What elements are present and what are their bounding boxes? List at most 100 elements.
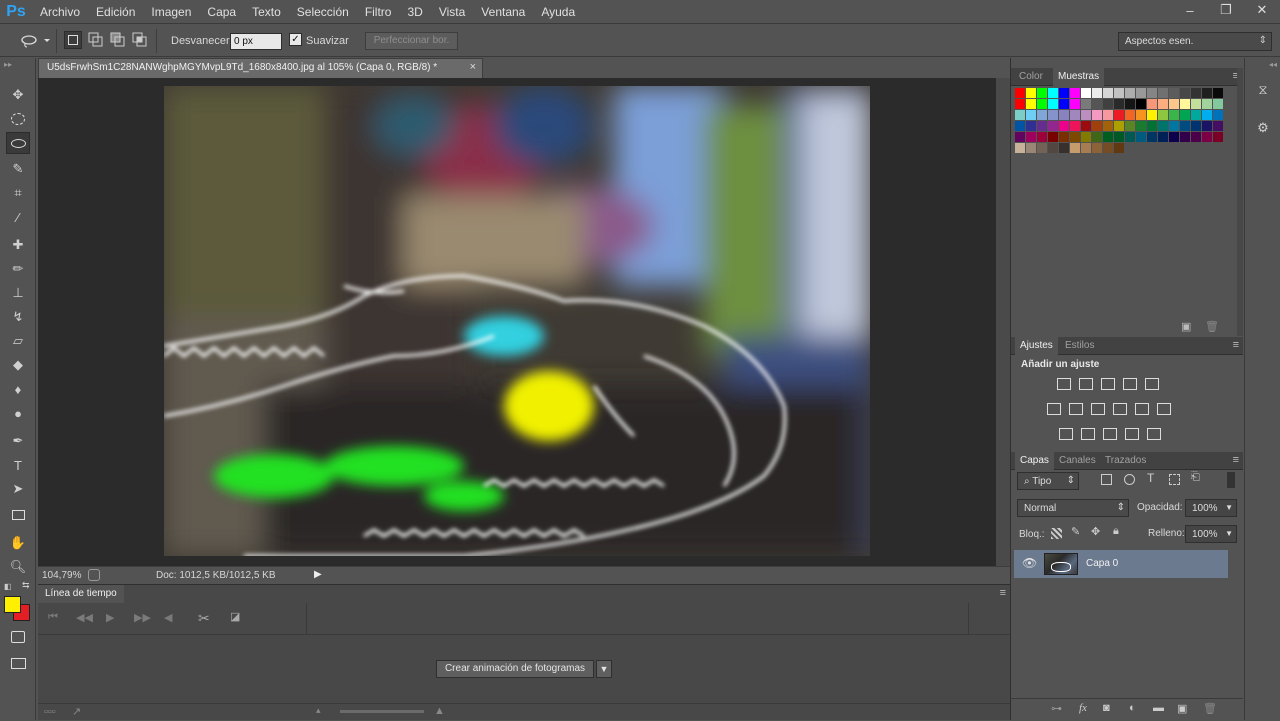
swatch[interactable]: [1158, 88, 1168, 98]
swatch[interactable]: [1092, 132, 1102, 142]
swatch[interactable]: [1015, 88, 1025, 98]
panel-menu-icon[interactable]: ≡: [1233, 339, 1239, 351]
swatch[interactable]: [1070, 110, 1080, 120]
menu-item-seleccin[interactable]: Selección: [289, 0, 357, 24]
swatch[interactable]: [1191, 121, 1201, 131]
black-white-icon[interactable]: [1091, 403, 1105, 415]
swatch[interactable]: [1213, 110, 1223, 120]
color-balance-icon[interactable]: [1069, 403, 1083, 415]
swatch[interactable]: [1180, 110, 1190, 120]
foreground-color-swatch[interactable]: [4, 596, 21, 613]
invert-icon[interactable]: [1059, 428, 1073, 440]
marquee-tool-icon[interactable]: [6, 108, 30, 130]
menu-item-capa[interactable]: Capa: [199, 0, 244, 24]
photo-filter-icon[interactable]: [1113, 403, 1127, 415]
swatch[interactable]: [1191, 88, 1201, 98]
channel-mixer-icon[interactable]: [1135, 403, 1149, 415]
swatch[interactable]: [1015, 121, 1025, 131]
pen-tool-icon[interactable]: ✒: [6, 430, 30, 452]
swap-colors-icon[interactable]: ⇆: [22, 580, 30, 591]
tab-layers[interactable]: Capas: [1015, 452, 1054, 470]
swatch[interactable]: [1114, 88, 1124, 98]
swatch[interactable]: [1026, 121, 1036, 131]
swatch[interactable]: [1158, 99, 1168, 109]
layer-row[interactable]: 👁︎ Capa 0: [1014, 550, 1228, 578]
swatch[interactable]: [1048, 143, 1058, 153]
history-brush-tool-icon[interactable]: ↯: [6, 306, 30, 328]
swatch[interactable]: [1202, 99, 1212, 109]
swatch[interactable]: [1048, 121, 1058, 131]
swatch[interactable]: [1070, 99, 1080, 109]
audio-icon[interactable]: ◀: [164, 611, 172, 624]
menu-item-archivo[interactable]: Archivo: [32, 0, 88, 24]
status-menu-arrow-icon[interactable]: ▶: [314, 569, 322, 580]
opacity-input[interactable]: 100% ▼: [1185, 499, 1237, 517]
timeline-tab[interactable]: Línea de tiempo: [38, 585, 124, 603]
swatch[interactable]: [1213, 99, 1223, 109]
swatch[interactable]: [1114, 132, 1124, 142]
swatch[interactable]: [1059, 143, 1069, 153]
tab-paths[interactable]: Trazados: [1105, 455, 1146, 466]
swatch[interactable]: [1059, 132, 1069, 142]
layer-filter-select[interactable]: ⌕ Tipo ⇕: [1017, 472, 1079, 490]
menu-item-ventana[interactable]: Ventana: [473, 0, 533, 24]
swatch[interactable]: [1180, 88, 1190, 98]
blend-mode-select[interactable]: Normal ⇕: [1017, 499, 1129, 517]
swatch[interactable]: [1103, 143, 1113, 153]
first-frame-icon[interactable]: ⏮: [48, 611, 58, 624]
swatch[interactable]: [1092, 88, 1102, 98]
swatch[interactable]: [1026, 88, 1036, 98]
swatch[interactable]: [1213, 132, 1223, 142]
close-document-icon[interactable]: ×: [470, 61, 476, 73]
swatch[interactable]: [1125, 110, 1135, 120]
menu-item-ayuda[interactable]: Ayuda: [533, 0, 583, 24]
swatch[interactable]: [1092, 121, 1102, 131]
swatch[interactable]: [1202, 121, 1212, 131]
convert-icon[interactable]: ↗: [72, 705, 81, 718]
move-tool-icon[interactable]: ✥: [6, 84, 30, 106]
new-selection-icon[interactable]: [64, 31, 82, 49]
document-tab[interactable]: U5dsFrwhSm1C28NANWghpMGYMvpL9Td_1680x840…: [38, 58, 483, 78]
swatch[interactable]: [1059, 88, 1069, 98]
swatch[interactable]: [1147, 132, 1157, 142]
swatch[interactable]: [1037, 143, 1047, 153]
swatch[interactable]: [1191, 110, 1201, 120]
color-lookup-icon[interactable]: [1157, 403, 1171, 415]
tab-styles[interactable]: Estilos: [1065, 340, 1094, 351]
crop-tool-icon[interactable]: ⌗: [6, 182, 30, 204]
swatch[interactable]: [1081, 143, 1091, 153]
swatch[interactable]: [1092, 99, 1102, 109]
swatch[interactable]: [1136, 121, 1146, 131]
new-group-icon[interactable]: ▬: [1153, 702, 1164, 714]
swatch[interactable]: [1136, 99, 1146, 109]
zoom-tool-icon[interactable]: 🔍︎: [6, 556, 30, 578]
play-icon[interactable]: ▶: [106, 611, 114, 624]
menu-item-imagen[interactable]: Imagen: [143, 0, 199, 24]
swatch[interactable]: [1169, 99, 1179, 109]
workspace-select[interactable]: Aspectos esen. ⇕: [1118, 32, 1272, 51]
swatch[interactable]: [1180, 132, 1190, 142]
layer-style-icon[interactable]: fx: [1079, 702, 1087, 714]
swatch[interactable]: [1136, 88, 1146, 98]
eraser-tool-icon[interactable]: ▱: [6, 330, 30, 352]
swatch[interactable]: [1136, 132, 1146, 142]
delete-swatch-icon[interactable]: 🗑︎: [1205, 320, 1219, 333]
swatch[interactable]: [1114, 143, 1124, 153]
panel-menu-icon[interactable]: ≡: [1233, 454, 1239, 466]
tab-adjustments[interactable]: Ajustes: [1015, 337, 1058, 355]
collapse-icon[interactable]: ▸▸: [4, 60, 12, 69]
swatch[interactable]: [1169, 110, 1179, 120]
swatch[interactable]: [1037, 121, 1047, 131]
swatch[interactable]: [1103, 132, 1113, 142]
swatch[interactable]: [1081, 132, 1091, 142]
hue-saturation-icon[interactable]: [1047, 403, 1061, 415]
swatch[interactable]: [1015, 132, 1025, 142]
tab-color[interactable]: Color: [1019, 71, 1043, 82]
filter-type-icon[interactable]: T: [1147, 471, 1154, 485]
menu-item-edicin[interactable]: Edición: [88, 0, 143, 24]
swatch[interactable]: [1114, 121, 1124, 131]
swatch[interactable]: [1048, 110, 1058, 120]
brush-tool-icon[interactable]: ✏: [6, 258, 30, 280]
delete-layer-icon[interactable]: 🗑︎: [1203, 702, 1217, 715]
status-options-icon[interactable]: [88, 569, 100, 581]
